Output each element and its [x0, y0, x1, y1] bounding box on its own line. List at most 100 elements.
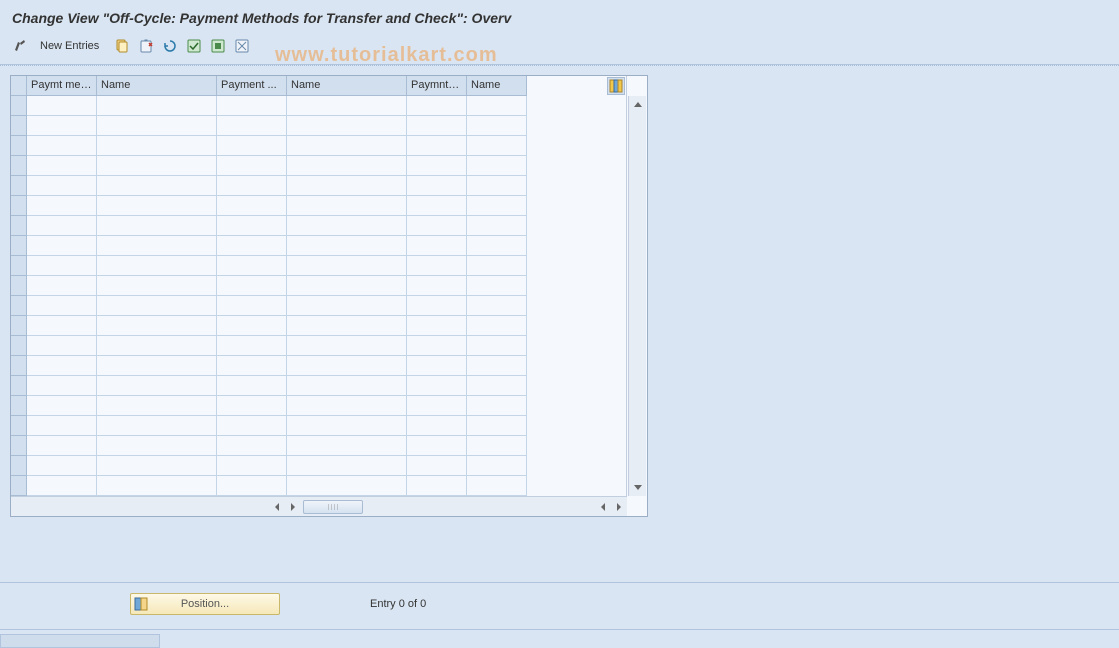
- table-cell[interactable]: [467, 116, 527, 136]
- vertical-scrollbar[interactable]: [628, 96, 646, 496]
- table-cell[interactable]: [97, 176, 217, 196]
- row-selector[interactable]: [11, 236, 27, 256]
- table-cell[interactable]: [217, 396, 287, 416]
- table-cell[interactable]: [467, 476, 527, 496]
- table-cell[interactable]: [97, 456, 217, 476]
- table-cell[interactable]: [287, 356, 407, 376]
- table-cell[interactable]: [97, 396, 217, 416]
- table-cell[interactable]: [287, 156, 407, 176]
- table-cell[interactable]: [217, 116, 287, 136]
- table-cell[interactable]: [27, 396, 97, 416]
- table-cell[interactable]: [97, 216, 217, 236]
- row-selector[interactable]: [11, 116, 27, 136]
- row-selector[interactable]: [11, 256, 27, 276]
- column-header[interactable]: Paymt meth....: [27, 76, 97, 96]
- scroll-up-icon[interactable]: [629, 96, 646, 114]
- column-header[interactable]: Payment ...: [217, 76, 287, 96]
- table-cell[interactable]: [97, 476, 217, 496]
- table-cell[interactable]: [217, 236, 287, 256]
- table-cell[interactable]: [467, 336, 527, 356]
- table-cell[interactable]: [467, 136, 527, 156]
- table-cell[interactable]: [97, 236, 217, 256]
- table-cell[interactable]: [287, 436, 407, 456]
- table-cell[interactable]: [217, 456, 287, 476]
- table-cell[interactable]: [467, 296, 527, 316]
- table-cell[interactable]: [97, 96, 217, 116]
- table-cell[interactable]: [287, 396, 407, 416]
- scroll-right-end-icon[interactable]: [611, 499, 627, 515]
- row-selector[interactable]: [11, 456, 27, 476]
- table-cell[interactable]: [287, 336, 407, 356]
- table-cell[interactable]: [217, 376, 287, 396]
- table-cell[interactable]: [467, 376, 527, 396]
- table-cell[interactable]: [27, 116, 97, 136]
- table-cell[interactable]: [217, 176, 287, 196]
- table-cell[interactable]: [287, 136, 407, 156]
- row-selector[interactable]: [11, 156, 27, 176]
- row-selector[interactable]: [11, 176, 27, 196]
- row-selector[interactable]: [11, 136, 27, 156]
- row-selector[interactable]: [11, 356, 27, 376]
- row-selector[interactable]: [11, 336, 27, 356]
- horizontal-scrollbar[interactable]: [11, 496, 627, 516]
- table-cell[interactable]: [217, 276, 287, 296]
- table-cell[interactable]: [217, 416, 287, 436]
- column-header[interactable]: Name: [97, 76, 217, 96]
- row-selector[interactable]: [11, 476, 27, 496]
- table-cell[interactable]: [27, 256, 97, 276]
- toggle-icon[interactable]: [10, 36, 32, 56]
- row-selector[interactable]: [11, 396, 27, 416]
- table-cell[interactable]: [217, 356, 287, 376]
- table-cell[interactable]: [217, 96, 287, 116]
- scroll-left-icon[interactable]: [269, 499, 285, 515]
- table-cell[interactable]: [97, 356, 217, 376]
- undo-icon[interactable]: [159, 36, 181, 56]
- row-selector[interactable]: [11, 196, 27, 216]
- table-cell[interactable]: [27, 216, 97, 236]
- row-selector[interactable]: [11, 376, 27, 396]
- table-cell[interactable]: [467, 96, 527, 116]
- table-cell[interactable]: [97, 276, 217, 296]
- table-cell[interactable]: [467, 436, 527, 456]
- row-selector[interactable]: [11, 436, 27, 456]
- table-cell[interactable]: [217, 296, 287, 316]
- copy-icon[interactable]: [111, 36, 133, 56]
- table-cell[interactable]: [217, 156, 287, 176]
- row-selector[interactable]: [11, 416, 27, 436]
- table-cell[interactable]: [97, 336, 217, 356]
- table-cell[interactable]: [217, 216, 287, 236]
- table-cell[interactable]: [407, 376, 467, 396]
- table-cell[interactable]: [407, 456, 467, 476]
- table-cell[interactable]: [467, 156, 527, 176]
- row-selector[interactable]: [11, 296, 27, 316]
- table-cell[interactable]: [467, 176, 527, 196]
- table-cell[interactable]: [27, 356, 97, 376]
- table-cell[interactable]: [467, 416, 527, 436]
- table-cell[interactable]: [27, 376, 97, 396]
- table-cell[interactable]: [217, 316, 287, 336]
- table-cell[interactable]: [467, 316, 527, 336]
- table-cell[interactable]: [287, 116, 407, 136]
- table-cell[interactable]: [467, 356, 527, 376]
- table-cell[interactable]: [407, 236, 467, 256]
- scroll-left-end-icon[interactable]: [595, 499, 611, 515]
- table-cell[interactable]: [27, 316, 97, 336]
- table-cell[interactable]: [407, 316, 467, 336]
- table-cell[interactable]: [97, 136, 217, 156]
- table-cell[interactable]: [27, 196, 97, 216]
- table-cell[interactable]: [467, 196, 527, 216]
- new-entries-button[interactable]: New Entries: [34, 36, 105, 56]
- table-cell[interactable]: [97, 256, 217, 276]
- table-cell[interactable]: [407, 336, 467, 356]
- table-cell[interactable]: [97, 196, 217, 216]
- table-cell[interactable]: [217, 336, 287, 356]
- table-cell[interactable]: [407, 176, 467, 196]
- table-cell[interactable]: [287, 476, 407, 496]
- table-cell[interactable]: [407, 396, 467, 416]
- table-cell[interactable]: [287, 256, 407, 276]
- table-cell[interactable]: [287, 376, 407, 396]
- table-cell[interactable]: [407, 196, 467, 216]
- table-cell[interactable]: [407, 216, 467, 236]
- column-header[interactable]: Name: [467, 76, 527, 96]
- delete-icon[interactable]: [135, 36, 157, 56]
